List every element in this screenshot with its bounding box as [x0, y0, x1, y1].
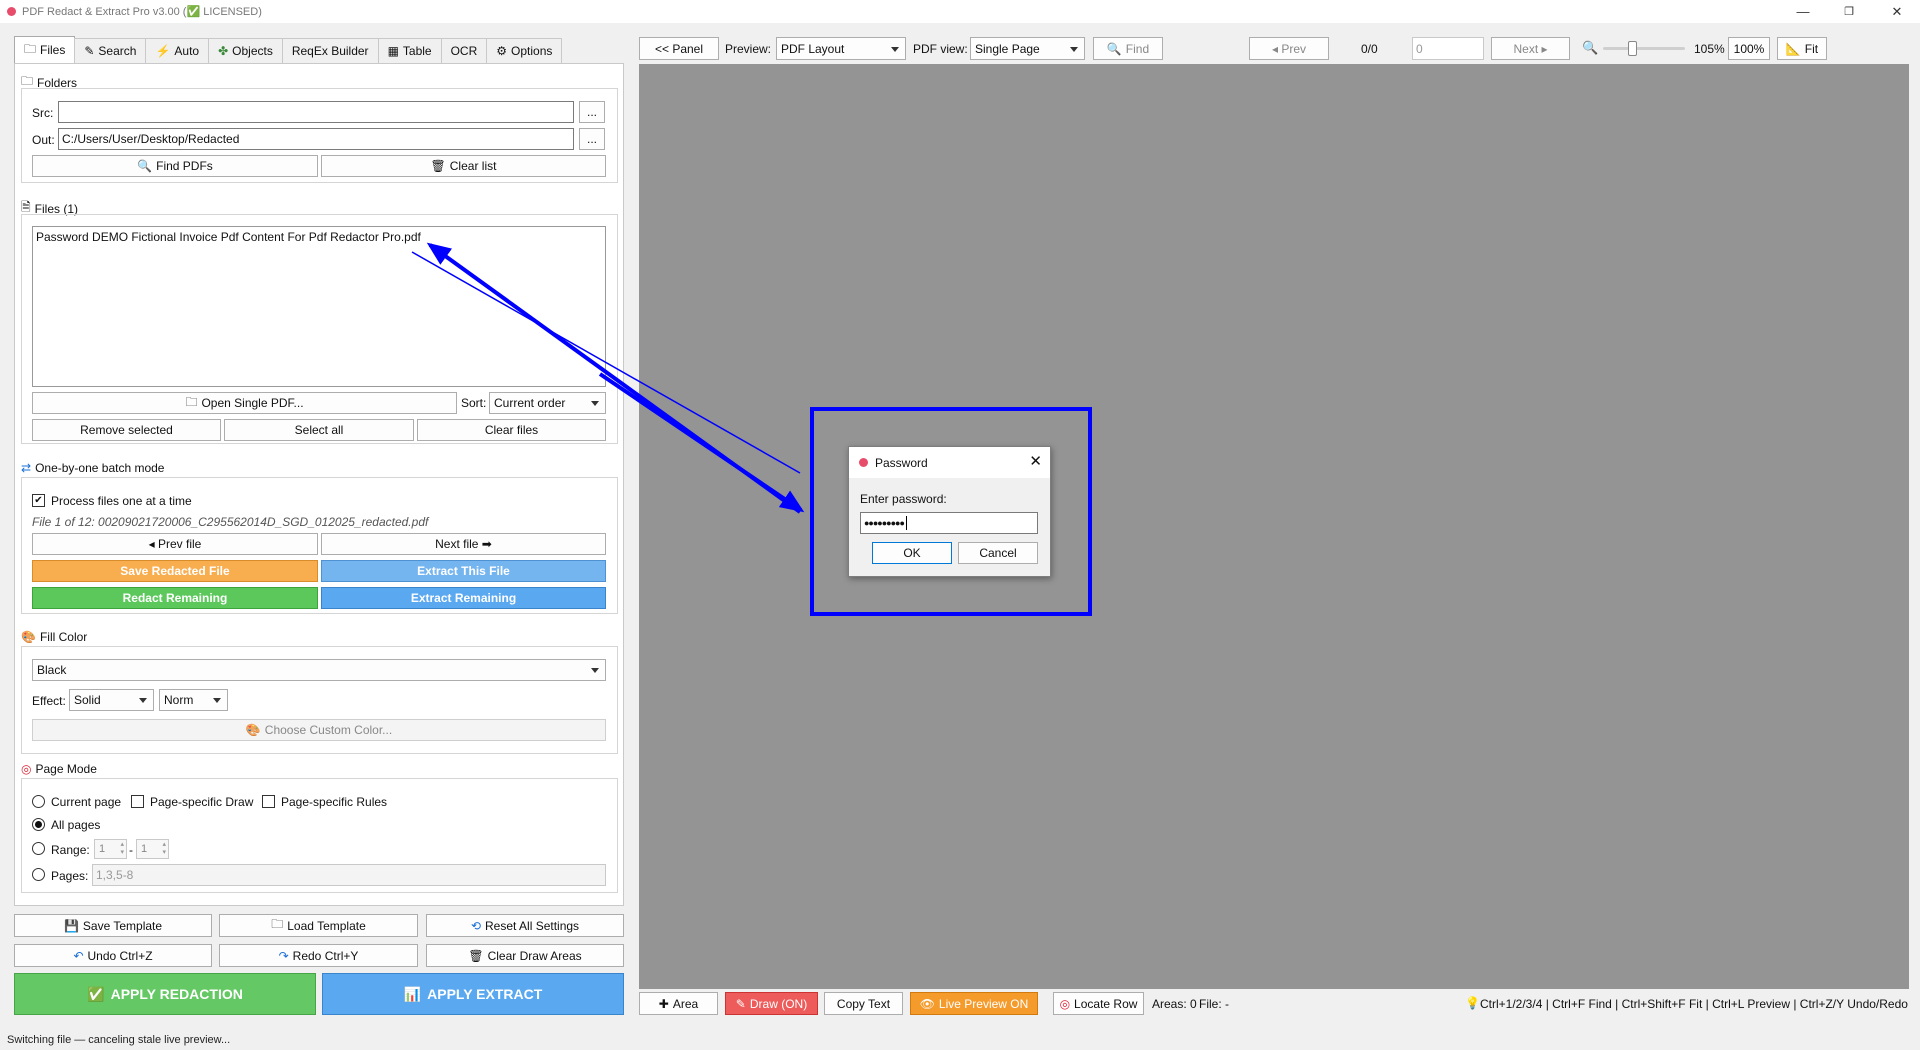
pencil-icon: ✎ [735, 996, 746, 1011]
ok-button[interactable]: OK [872, 542, 952, 564]
shortcuts-hint: Ctrl+1/2/3/4 | Ctrl+F Find | Ctrl+Shift+… [1480, 997, 1908, 1011]
cancel-button[interactable]: Cancel [958, 542, 1038, 564]
password-prompt: Enter password: [860, 492, 947, 506]
status-bar: Switching file — canceling stale live pr… [0, 1030, 1920, 1050]
live-preview-toggle-button[interactable]: 👁 Live Preview ON [910, 992, 1038, 1015]
text-caret [905, 516, 907, 530]
area-button[interactable]: ✚ Area [639, 992, 718, 1015]
copy-text-button[interactable]: Copy Text [824, 992, 903, 1015]
password-dialog: Password ✕ Enter password: ●●●●●●●●● OK … [848, 446, 1051, 577]
annotation-arrow-to-dialog [598, 372, 805, 513]
target-icon: ◎ [1059, 996, 1071, 1011]
annotation-thin-line [411, 251, 801, 474]
areas-count: Areas: 0 [1152, 997, 1197, 1011]
current-file-label: File: - [1199, 997, 1229, 1011]
dialog-title: Password [875, 455, 928, 470]
locate-row-button[interactable]: ◎ Locate Row [1053, 992, 1144, 1015]
dialog-titlebar: Password ✕ [849, 447, 1050, 478]
status-text: Switching file — canceling stale live pr… [7, 1034, 231, 1046]
password-input[interactable]: ●●●●●●●●● [860, 512, 1038, 534]
plus-icon: ✚ [658, 996, 669, 1011]
draw-toggle-button[interactable]: ✎ Draw (ON) [725, 992, 818, 1015]
close-icon[interactable]: ✕ [1029, 452, 1042, 470]
app-icon [859, 458, 868, 467]
eye-icon: 👁 [919, 996, 935, 1011]
lightbulb-icon: 💡 [1465, 996, 1480, 1010]
